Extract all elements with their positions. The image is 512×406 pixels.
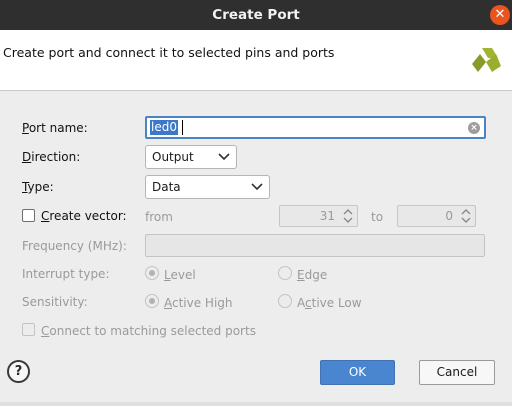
clear-icon[interactable]: × [468,122,480,134]
vector-from-spinner[interactable]: 31 [279,205,358,227]
dialog-header: Create port and connect it to selected p… [0,30,512,91]
sensitivity-active-low-radio[interactable] [278,294,292,308]
window-bottom-edge [0,402,512,406]
frequency-input[interactable] [145,234,485,257]
create-vector-checkbox[interactable] [22,209,35,222]
chevron-down-icon [251,183,263,191]
interrupt-type-label: Interrupt type: [22,267,110,281]
type-value: Data [152,180,181,194]
frequency-label: Frequency (MHz): [22,239,127,253]
sensitivity-active-low-label[interactable]: Active Low [297,296,362,310]
interrupt-edge-radio[interactable] [278,266,292,280]
text-cursor [182,120,183,135]
spinner-arrows-icon[interactable] [342,208,354,224]
chevron-down-icon [218,153,230,161]
spinner-arrows-icon[interactable] [460,208,472,224]
vivado-logo-icon [472,48,501,72]
port-name-value: led0 [150,120,178,135]
sensitivity-label: Sensitivity: [22,295,88,309]
close-icon[interactable]: ✕ [490,5,510,25]
cancel-button[interactable]: Cancel [419,360,495,385]
vector-from-value: 31 [319,209,335,223]
vector-from-label: from [145,210,173,224]
port-name-input[interactable]: led0 × [145,116,486,139]
connect-matching-label[interactable]: Connect to matching selected ports [41,324,256,338]
vector-to-value: 0 [445,209,453,223]
type-dropdown[interactable]: Data [145,175,270,199]
connect-matching-checkbox[interactable] [22,323,35,336]
interrupt-edge-label[interactable]: Edge [297,268,327,282]
sensitivity-active-high-label[interactable]: Active High [164,296,233,310]
vector-to-spinner[interactable]: 0 [397,205,476,227]
port-name-label: Port name: [22,121,88,135]
vector-to-label: to [371,210,384,224]
sensitivity-active-high-radio[interactable] [145,294,159,308]
dialog-description: Create port and connect it to selected p… [3,45,335,60]
window-title: Create Port [212,7,300,23]
title-bar: Create Port ✕ [0,0,512,30]
direction-dropdown[interactable]: Output [145,145,237,169]
interrupt-level-radio[interactable] [145,266,159,280]
ok-button[interactable]: OK [320,360,395,385]
create-vector-label[interactable]: Create vector: [41,209,127,223]
direction-label: Direction: [22,150,81,164]
interrupt-level-label[interactable]: Level [164,268,196,282]
help-icon[interactable]: ? [7,360,30,383]
type-label: Type: [22,180,54,194]
direction-value: Output [152,150,194,164]
